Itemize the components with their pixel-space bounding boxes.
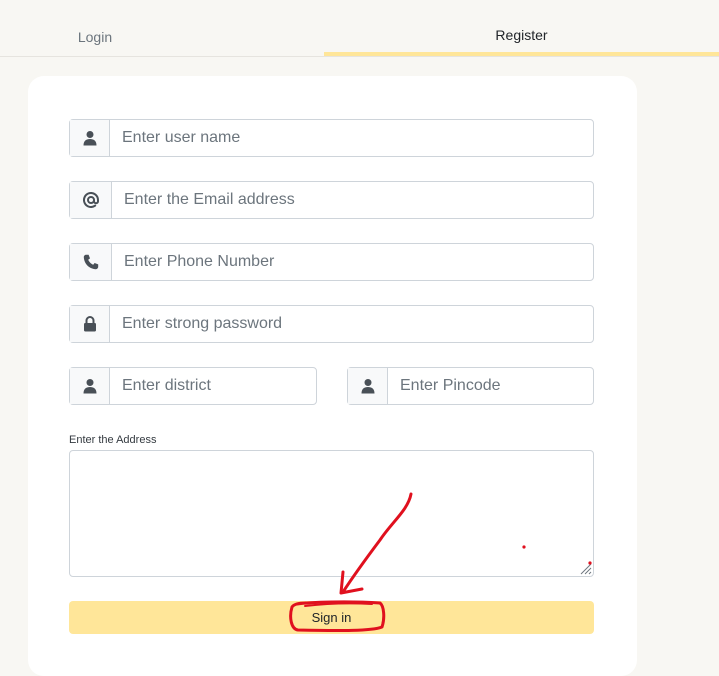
district-group [69, 367, 317, 405]
pincode-group [347, 367, 594, 405]
password-group [69, 305, 594, 343]
phone-icon [70, 244, 112, 280]
resize-grip-icon[interactable] [578, 561, 592, 575]
phone-group [69, 243, 594, 281]
email-group [69, 181, 594, 219]
district-input[interactable] [110, 368, 316, 404]
address-label: Enter the Address [69, 434, 157, 446]
lock-icon [70, 306, 110, 342]
user-icon [348, 368, 388, 404]
phone-input[interactable] [112, 244, 593, 280]
pincode-input[interactable] [388, 368, 593, 404]
user-icon [70, 120, 110, 156]
password-input[interactable] [110, 306, 593, 342]
at-icon [70, 182, 112, 218]
username-input[interactable] [110, 120, 593, 156]
username-group [69, 119, 594, 157]
active-tab-indicator [324, 52, 719, 56]
tab-login[interactable]: Login [0, 0, 190, 55]
email-input[interactable] [112, 182, 593, 218]
tab-register[interactable]: Register [324, 0, 719, 55]
address-textarea[interactable] [69, 450, 594, 577]
auth-tabs: Login Register [0, 0, 719, 57]
sign-in-button[interactable]: Sign in [69, 601, 594, 634]
sign-in-label: Sign in [311, 610, 352, 625]
user-icon [70, 368, 110, 404]
